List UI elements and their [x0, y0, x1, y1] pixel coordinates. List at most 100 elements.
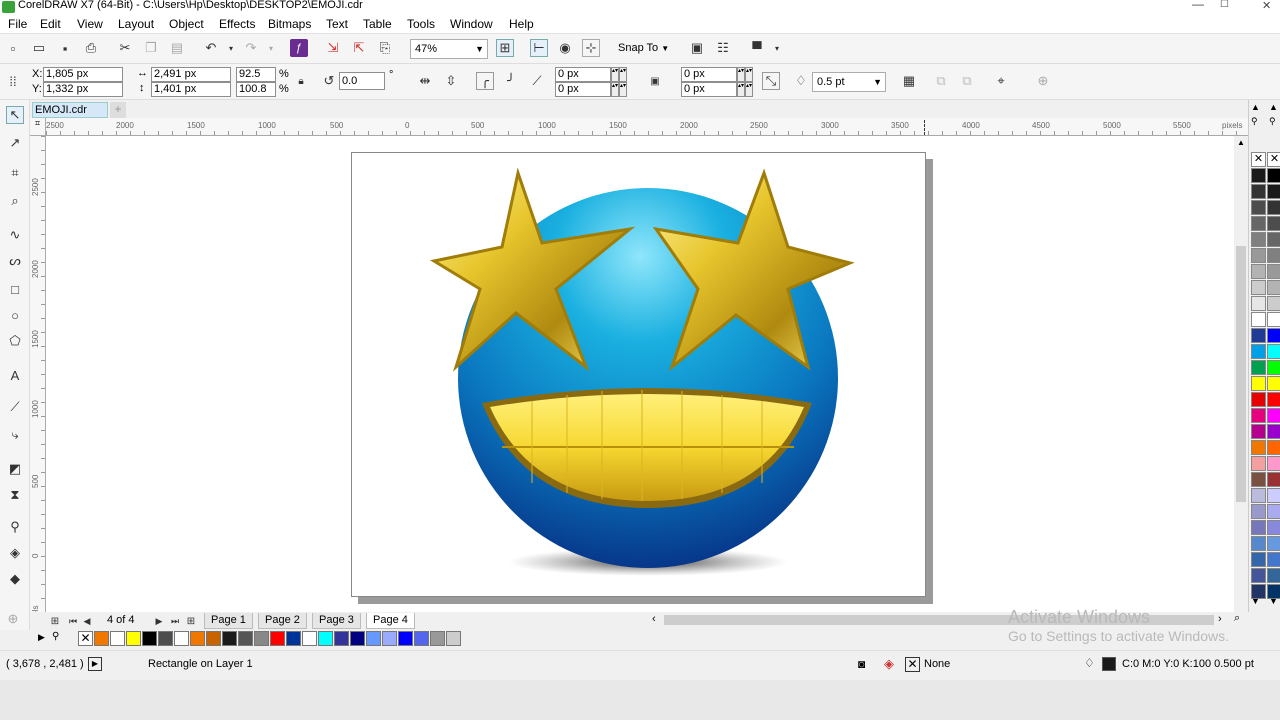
- spinner-arrows-icon[interactable]: ▴▾: [745, 67, 753, 82]
- horizontal-ruler[interactable]: 2500 2000 1500 1000 500 0 500 1000 1500 …: [46, 118, 1248, 136]
- color-swatch[interactable]: [206, 631, 221, 646]
- color-swatch[interactable]: [334, 631, 349, 646]
- smart-fill-icon[interactable]: ◆: [6, 570, 24, 588]
- scalloped-corner-icon[interactable]: ╯: [502, 72, 520, 90]
- fill-none-swatch[interactable]: ✕: [905, 657, 920, 672]
- palette-down-icon[interactable]: ▼: [1269, 596, 1278, 606]
- copy-icon[interactable]: ❐: [142, 39, 160, 57]
- color-swatch[interactable]: [1267, 440, 1280, 455]
- ellipse-tool-icon[interactable]: ○: [6, 306, 24, 324]
- color-swatch[interactable]: [1267, 232, 1280, 247]
- color-swatch[interactable]: [1267, 312, 1280, 327]
- color-swatch[interactable]: [1251, 360, 1266, 375]
- play-icon[interactable]: ▶: [88, 657, 102, 671]
- menu-bitmaps[interactable]: Bitmaps: [268, 17, 311, 31]
- color-swatch[interactable]: [1251, 200, 1266, 215]
- maximize-button[interactable]: ☐: [1220, 0, 1229, 10]
- color-swatch[interactable]: [1251, 520, 1266, 535]
- minimize-button[interactable]: —: [1192, 0, 1204, 11]
- color-swatch[interactable]: [126, 631, 141, 646]
- scroll-up-icon[interactable]: ▲: [1237, 138, 1245, 147]
- color-swatch[interactable]: [1267, 392, 1280, 407]
- new-tab-icon[interactable]: +: [110, 102, 126, 118]
- color-swatch[interactable]: [1251, 504, 1266, 519]
- rotation-field[interactable]: 0.0: [339, 72, 385, 90]
- spinner-arrows-icon[interactable]: ▴▾: [611, 67, 619, 82]
- redo-icon[interactable]: ↷: [242, 39, 260, 57]
- search-content-icon[interactable]: ƒ: [290, 39, 308, 57]
- vertical-scrollbar[interactable]: ▲: [1234, 136, 1248, 612]
- add-page-icon[interactable]: ⊞: [46, 612, 64, 630]
- close-button[interactable]: ✕: [1262, 0, 1271, 12]
- wrap-text-icon[interactable]: ▦: [900, 72, 918, 90]
- full-screen-preview-icon[interactable]: ⊞: [496, 39, 514, 57]
- no-color-swatch[interactable]: ✕: [1251, 152, 1266, 167]
- color-swatch[interactable]: [414, 631, 429, 646]
- parallel-dimension-icon[interactable]: ⟋: [6, 398, 24, 416]
- color-swatch[interactable]: [1251, 440, 1266, 455]
- color-swatch[interactable]: [1251, 456, 1266, 471]
- spinner-arrows-icon[interactable]: ▴▾: [611, 82, 619, 97]
- color-swatch[interactable]: [270, 631, 285, 646]
- color-swatch[interactable]: [398, 631, 413, 646]
- palette-eyedropper-icon[interactable]: ⚲: [1251, 116, 1258, 127]
- color-swatch[interactable]: [1267, 552, 1280, 567]
- add-page-end-icon[interactable]: ⊞: [182, 612, 200, 630]
- color-swatch[interactable]: [1251, 264, 1266, 279]
- color-swatch[interactable]: [1267, 568, 1280, 583]
- color-swatch[interactable]: [1251, 472, 1266, 487]
- menu-file[interactable]: File: [8, 17, 27, 31]
- color-swatch[interactable]: [174, 631, 189, 646]
- corner-radius-top-left[interactable]: 0 px: [555, 67, 611, 82]
- color-swatch[interactable]: [94, 631, 109, 646]
- to-back-icon[interactable]: ⧉: [958, 72, 976, 90]
- color-swatch[interactable]: [366, 631, 381, 646]
- color-swatch[interactable]: [1251, 536, 1266, 551]
- add-tool-icon[interactable]: ⊕: [4, 610, 22, 628]
- launcher-icon[interactable]: ▀: [748, 39, 766, 57]
- color-swatch[interactable]: [1251, 168, 1266, 183]
- show-grid-icon[interactable]: ◉: [556, 39, 574, 57]
- color-swatch[interactable]: [1267, 344, 1280, 359]
- scroll-left-icon[interactable]: ‹: [652, 613, 656, 625]
- color-swatch[interactable]: [1267, 216, 1280, 231]
- menu-table[interactable]: Table: [363, 17, 392, 31]
- export-icon[interactable]: ⇱: [350, 39, 368, 57]
- spinner-arrows-icon[interactable]: ▴▾: [737, 82, 745, 97]
- color-eyedropper-icon[interactable]: ⚲: [6, 518, 24, 536]
- zoom-tool-icon[interactable]: ⌕: [6, 192, 24, 210]
- corner-radius-bottom-right[interactable]: 0 px: [681, 82, 737, 97]
- crop-tool-icon[interactable]: ⌗: [6, 164, 24, 182]
- y-position-field[interactable]: 1,332 px: [43, 82, 123, 97]
- print-icon[interactable]: ⎙: [82, 39, 100, 57]
- zoom-level-select[interactable]: 47% ▼: [410, 39, 488, 59]
- color-swatch[interactable]: [1251, 392, 1266, 407]
- connector-tool-icon[interactable]: ⤷: [6, 426, 24, 444]
- palette-down-icon[interactable]: ▼: [1251, 596, 1260, 606]
- palette-up-icon[interactable]: ▲: [1251, 102, 1260, 112]
- dynamic-guides-icon[interactable]: ☷: [714, 39, 732, 57]
- shape-tool-icon[interactable]: ↗: [6, 134, 24, 152]
- round-corner-icon[interactable]: ╭: [476, 72, 494, 90]
- outline-color-swatch[interactable]: [1102, 657, 1116, 671]
- color-swatch[interactable]: [1251, 344, 1266, 359]
- color-swatch[interactable]: [1251, 296, 1266, 311]
- show-rulers-icon[interactable]: ⊢: [530, 39, 548, 57]
- interactive-fill-icon[interactable]: ◈: [6, 544, 24, 562]
- color-swatch[interactable]: [1267, 488, 1280, 503]
- ruler-origin-icon[interactable]: ⌗: [30, 118, 46, 136]
- color-swatch[interactable]: [430, 631, 445, 646]
- color-swatch[interactable]: [1251, 376, 1266, 391]
- color-swatch[interactable]: [1251, 408, 1266, 423]
- tab-page-2[interactable]: Page 2: [258, 613, 307, 629]
- import-icon[interactable]: ⇲: [324, 39, 342, 57]
- color-swatch[interactable]: [1267, 536, 1280, 551]
- fill-status-icon[interactable]: ◙: [858, 657, 865, 671]
- menu-effects[interactable]: Effects: [219, 17, 255, 31]
- drop-shadow-icon[interactable]: ◩: [6, 460, 24, 478]
- artistic-media-icon[interactable]: ᔕ: [6, 252, 24, 270]
- color-swatch[interactable]: [110, 631, 125, 646]
- snap-to-button[interactable]: Snap To ▼: [618, 42, 669, 54]
- palette-eyedropper-icon[interactable]: ⚲: [1269, 116, 1276, 127]
- menu-help[interactable]: Help: [509, 17, 534, 31]
